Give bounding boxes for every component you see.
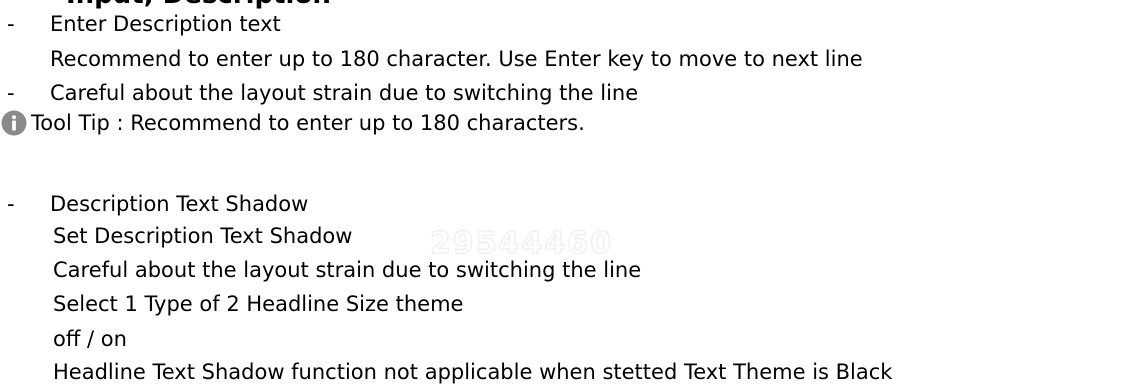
shadow-title: Description Text Shadow xyxy=(50,192,309,216)
recommend-character-limit: Recommend to enter up to 180 character. … xyxy=(50,47,863,71)
careful-layout-note: Careful about the layout strain due to s… xyxy=(53,258,642,282)
document-page: Input, Description - Enter Description t… xyxy=(0,0,1134,390)
enter-description-text: Enter Description text xyxy=(50,12,281,36)
set-shadow-text: Set Description Text Shadow xyxy=(53,224,353,248)
info-icon xyxy=(1,110,27,136)
bullet-dash: - xyxy=(7,81,15,105)
careful-layout-note: Careful about the layout strain due to s… xyxy=(50,81,639,105)
not-applicable-note: Headline Text Shadow function not applic… xyxy=(53,360,893,384)
bullet-dash: - xyxy=(7,192,15,216)
section-heading: Input, Description xyxy=(66,0,331,8)
select-type-text: Select 1 Type of 2 Headline Size theme xyxy=(53,292,464,316)
bullet-dash: - xyxy=(7,12,15,36)
off-on-option: off / on xyxy=(53,327,127,351)
tooltip-text: Tool Tip : Recommend to enter up to 180 … xyxy=(31,111,585,135)
watermark: 29544460 xyxy=(430,226,613,262)
